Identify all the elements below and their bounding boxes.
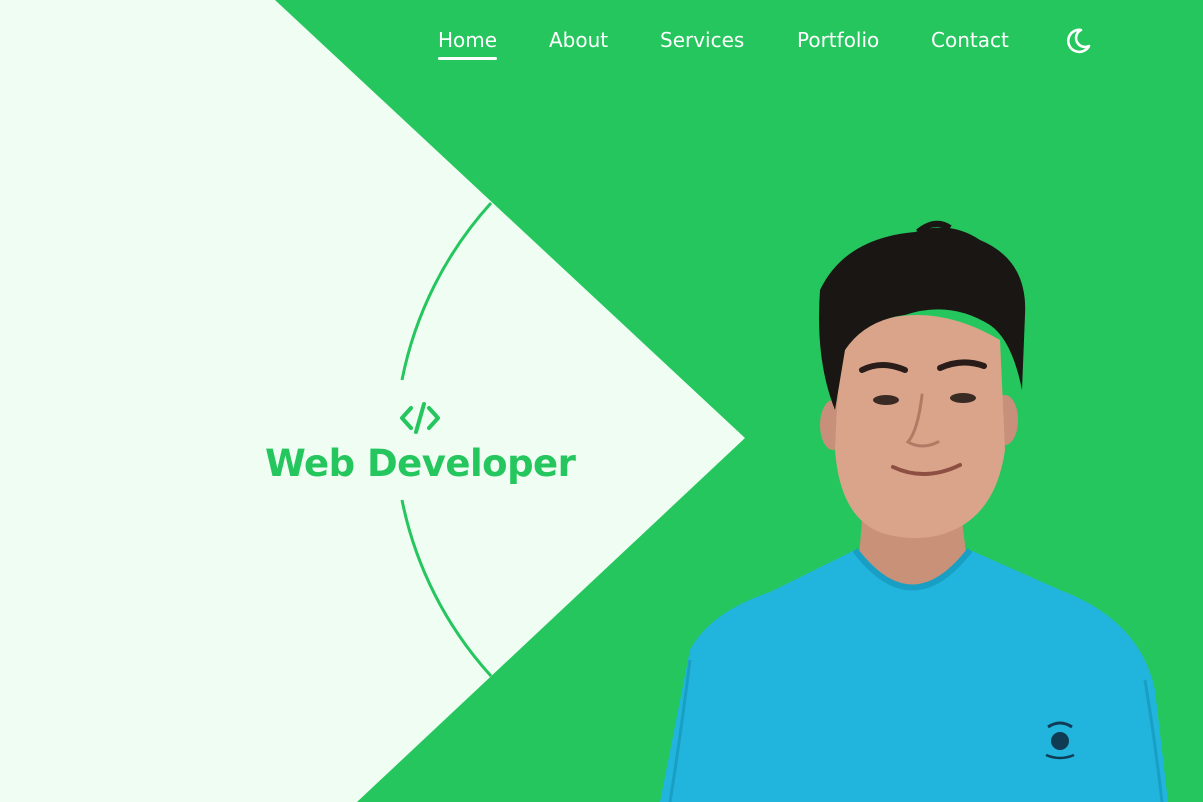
hero-label: Web Developer bbox=[265, 398, 576, 488]
moon-icon[interactable] bbox=[1062, 26, 1092, 56]
main-nav: Home About Services Portfolio Contact bbox=[0, 26, 1203, 66]
face bbox=[835, 315, 1005, 539]
nav-services[interactable]: Services bbox=[660, 26, 744, 54]
hero-title: Web Developer bbox=[265, 442, 576, 485]
nav-contact[interactable]: Contact bbox=[931, 26, 1009, 54]
profile-photo bbox=[660, 220, 1168, 802]
nav-portfolio[interactable]: Portfolio bbox=[797, 26, 879, 54]
nav-about[interactable]: About bbox=[549, 26, 608, 54]
nav-home[interactable]: Home bbox=[438, 26, 498, 60]
code-icon bbox=[400, 402, 440, 434]
